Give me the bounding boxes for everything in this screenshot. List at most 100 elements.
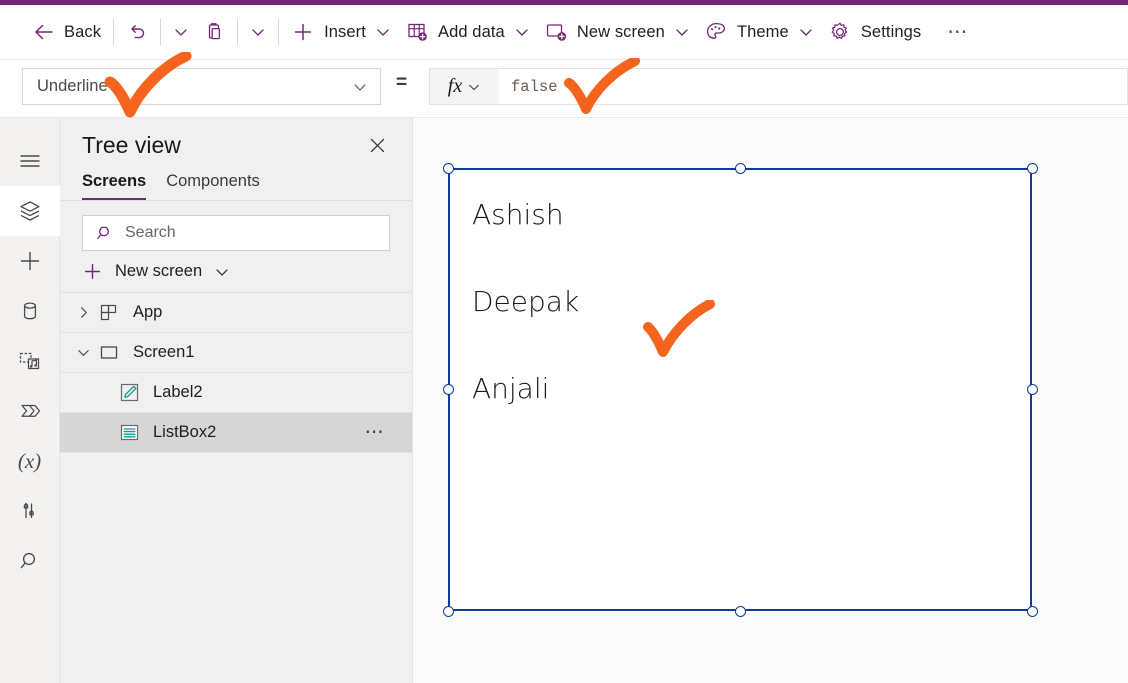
resize-handle-bottom-left[interactable] [442,605,454,617]
app-grid-icon [96,303,122,323]
toolbar-divider [237,19,239,45]
tab-screens[interactable]: Screens [82,172,147,200]
resize-handle-top-center[interactable] [734,162,746,174]
paste-button[interactable] [196,12,232,52]
tab-components[interactable]: Components [166,172,260,200]
command-toolbar: Back Insert Add data New screen Theme Se… [0,5,1128,60]
undo-icon [126,21,148,43]
tree-row-label: ListBox2 [153,423,217,441]
new-screen-button[interactable]: New screen [537,12,697,52]
left-icon-rail: (x) [0,118,60,683]
fx-glyph: fx [447,75,463,97]
tree-row-label: Screen1 [133,343,195,361]
tree-search-wrapper: Search [60,201,412,251]
power-automate-icon[interactable] [0,386,60,436]
formula-value: false [511,77,558,96]
listbox-lines-icon [116,422,142,443]
tree-row-app[interactable]: App [60,293,412,333]
screen-add-icon [544,20,568,44]
back-label: Back [64,22,102,41]
search-icon [95,223,115,243]
back-button[interactable]: Back [26,12,108,52]
insert-button[interactable]: Insert [284,12,398,52]
tree-row-overflow-button[interactable]: ⋯ [365,423,386,442]
chevron-down-icon[interactable] [70,345,96,360]
listbox-control[interactable]: Ashish Deepak Anjali [448,168,1032,611]
search-icon[interactable] [0,536,60,586]
tree-row-label: Label2 [153,383,203,401]
undo-button[interactable] [119,12,155,52]
tree-row-label2[interactable]: Label2 [60,373,412,413]
app-canvas: Ashish Deepak Anjali [413,118,1128,683]
chevron-down-icon [798,24,814,40]
tree-view-panel: Tree view Screens Components Search New … [60,118,413,683]
toolbar-divider [278,19,280,45]
close-icon[interactable] [362,130,392,160]
back-arrow-icon [33,21,55,43]
tree-rows: App Screen1 Label2 ListBox2 ⋯ [60,293,412,453]
resize-handle-middle-left[interactable] [442,384,454,395]
listbox-item[interactable]: Ashish [450,201,564,229]
chevron-down-icon [250,24,266,40]
search-placeholder: Search [125,224,176,241]
palette-icon [704,20,728,44]
plus-icon [291,20,315,44]
fx-button[interactable]: fx [429,68,499,105]
hamburger-menu-icon[interactable] [0,136,60,186]
insert-label: Insert [324,22,366,41]
listbox-item[interactable]: Deepak [450,288,579,316]
media-icon[interactable] [0,336,60,386]
chevron-right-icon[interactable] [70,305,96,320]
chevron-down-icon [352,79,368,95]
insert-plus-icon[interactable] [0,236,60,286]
property-select-value: Underline [37,77,108,95]
tree-view-layers-icon[interactable] [0,186,60,236]
resize-handle-top-left[interactable] [442,162,454,174]
undo-dropdown-button[interactable] [166,14,196,50]
new-screen-tree-label: New screen [115,262,203,280]
tree-view-tabs: Screens Components [60,160,412,201]
theme-button[interactable]: Theme [697,12,821,52]
add-data-button[interactable]: Add data [398,12,537,52]
tree-row-screen1[interactable]: Screen1 [60,333,412,373]
add-data-label: Add data [437,22,505,41]
variables-glyph: (x) [17,448,42,473]
data-cylinder-icon[interactable] [0,286,60,336]
paste-dropdown-button[interactable] [243,14,273,50]
listbox-item[interactable]: Anjali [450,375,549,403]
resize-handle-bottom-center[interactable] [734,605,746,617]
screen-rect-icon [96,343,122,363]
table-add-icon [405,20,429,44]
chevron-down-icon [173,24,189,40]
chevron-down-icon [375,24,391,40]
resize-handle-bottom-right[interactable] [1026,605,1038,617]
tree-view-header: Tree view [60,118,412,160]
toolbar-divider [160,19,162,45]
toolbar-overflow-button[interactable]: ⋯ [940,14,976,50]
advanced-tools-icon[interactable] [0,486,60,536]
settings-label: Settings [860,22,922,41]
power-apps-studio: Back Insert Add data New screen Theme Se… [0,0,1128,683]
chevron-down-icon [467,80,481,94]
settings-button[interactable]: Settings [821,12,928,52]
tree-row-label: App [133,303,163,321]
tree-view-title: Tree view [82,131,181,158]
formula-input[interactable]: false [499,68,1128,105]
new-screen-tree-button[interactable]: New screen [60,251,412,293]
chevron-down-icon [674,24,690,40]
tree-row-listbox2[interactable]: ListBox2 ⋯ [60,413,412,453]
chevron-down-icon [214,264,230,280]
property-select[interactable]: Underline [22,68,381,105]
new-screen-label: New screen [576,22,665,41]
resize-handle-middle-right[interactable] [1026,384,1038,395]
variables-x-icon[interactable]: (x) [0,436,60,486]
search-input[interactable]: Search [82,215,390,251]
gear-icon [828,20,852,44]
equals-sign: = [396,72,408,93]
plus-icon [82,261,103,282]
chevron-down-icon [514,24,530,40]
clipboard-icon [203,21,225,43]
resize-handle-top-right[interactable] [1026,162,1038,174]
toolbar-divider [113,19,115,45]
label-pencil-icon [116,382,142,403]
